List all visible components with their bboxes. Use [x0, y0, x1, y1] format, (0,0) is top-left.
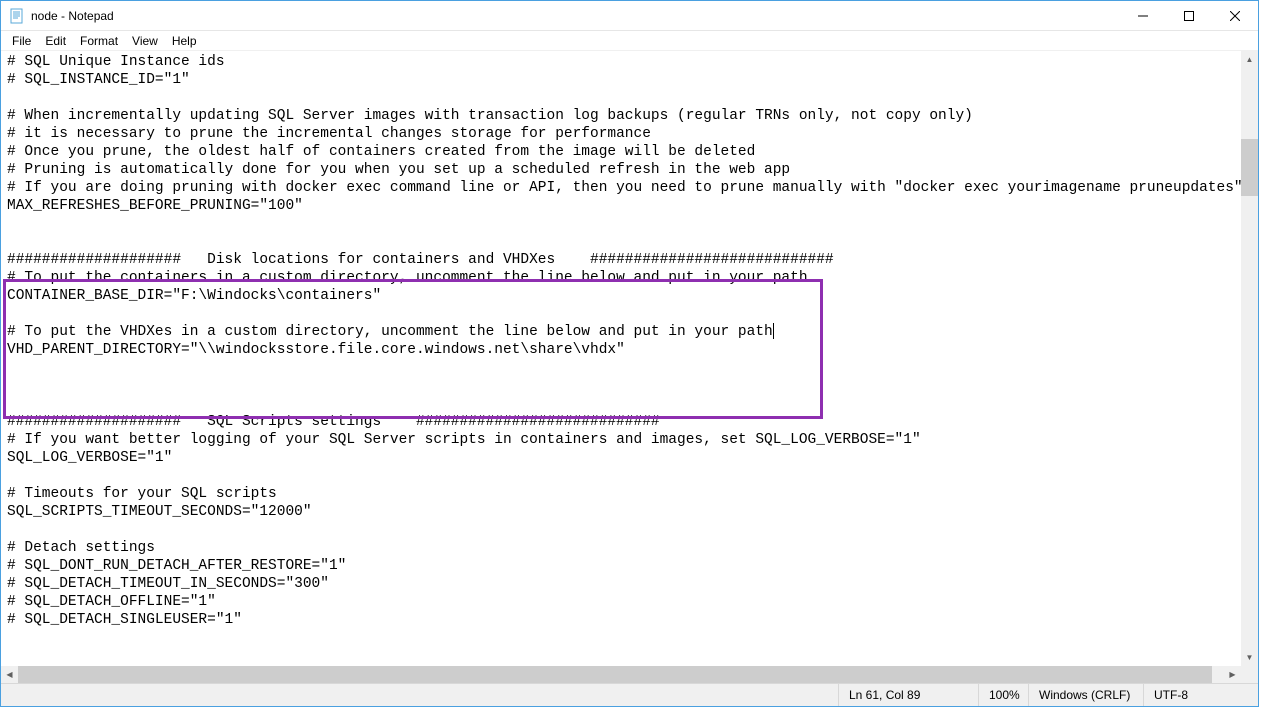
- editor-line: CONTAINER_BASE_DIR="F:\Windocks\containe…: [7, 287, 1237, 305]
- editor-line: #################### Disk locations for …: [7, 251, 1237, 269]
- text-caret: [773, 323, 774, 339]
- horizontal-scroll-thumb[interactable]: [18, 666, 1212, 683]
- editor-line: VHD_PARENT_DIRECTORY="\\windocksstore.fi…: [7, 341, 1237, 359]
- editor-line: SQL_LOG_VERBOSE="1": [7, 449, 1237, 467]
- editor-line: [7, 359, 1237, 377]
- editor-line: # SQL_INSTANCE_ID="1": [7, 71, 1237, 89]
- editor-line: [7, 521, 1237, 539]
- horizontal-scrollbar[interactable]: ◀ ▶: [1, 666, 1241, 683]
- editor-line: # To put the VHDXes in a custom director…: [7, 323, 1237, 341]
- menu-bar: File Edit Format View Help: [1, 31, 1258, 51]
- menu-format[interactable]: Format: [73, 32, 125, 50]
- maximize-button[interactable]: [1166, 1, 1212, 30]
- status-zoom: 100%: [978, 684, 1028, 706]
- editor-line: [7, 395, 1237, 413]
- menu-view[interactable]: View: [125, 32, 165, 50]
- editor-line: # If you want better logging of your SQL…: [7, 431, 1237, 449]
- status-encoding: UTF-8: [1143, 684, 1258, 706]
- vertical-scrollbar[interactable]: ▲ ▼: [1241, 51, 1258, 666]
- editor-line: # it is necessary to prune the increment…: [7, 125, 1237, 143]
- notepad-icon: [9, 8, 25, 24]
- menu-file[interactable]: File: [5, 32, 38, 50]
- status-position: Ln 61, Col 89: [838, 684, 978, 706]
- editor-line: # When incrementally updating SQL Server…: [7, 107, 1237, 125]
- editor-line: # If you are doing pruning with docker e…: [7, 179, 1237, 197]
- editor-line: [7, 305, 1237, 323]
- scroll-left-button[interactable]: ◀: [1, 666, 18, 683]
- editor-line: # Once you prune, the oldest half of con…: [7, 143, 1237, 161]
- editor-line: [7, 233, 1237, 251]
- editor-line: [7, 647, 1237, 665]
- editor-line: # Detach settings: [7, 539, 1237, 557]
- scroll-right-button[interactable]: ▶: [1224, 666, 1241, 683]
- editor-line: [7, 89, 1237, 107]
- editor-line: # SQL_DETACH_SINGLEUSER="1": [7, 611, 1237, 629]
- menu-help[interactable]: Help: [165, 32, 204, 50]
- editor-line: [7, 467, 1237, 485]
- editor-line: SQL_SCRIPTS_TIMEOUT_SECONDS="12000": [7, 503, 1237, 521]
- scroll-up-button[interactable]: ▲: [1241, 51, 1258, 68]
- status-bar: Ln 61, Col 89 100% Windows (CRLF) UTF-8: [1, 683, 1258, 706]
- menu-edit[interactable]: Edit: [38, 32, 73, 50]
- editor-line: MAX_REFRESHES_BEFORE_PRUNING="100": [7, 197, 1237, 215]
- vertical-scroll-thumb[interactable]: [1241, 139, 1258, 196]
- editor-line: [7, 377, 1237, 395]
- editor-line: [7, 629, 1237, 647]
- editor-line: # SQL_DETACH_TIMEOUT_IN_SECONDS="300": [7, 575, 1237, 593]
- window-title: node - Notepad: [31, 9, 114, 23]
- close-button[interactable]: [1212, 1, 1258, 30]
- content-area: # SQL Unique Instance ids# SQL_INSTANCE_…: [1, 51, 1258, 683]
- editor-line: # SQL_DETACH_OFFLINE="1": [7, 593, 1237, 611]
- notepad-window: node - Notepad File Edit Format View Hel…: [0, 0, 1259, 707]
- editor-line: # To put the containers in a custom dire…: [7, 269, 1237, 287]
- text-editor[interactable]: # SQL Unique Instance ids# SQL_INSTANCE_…: [1, 51, 1241, 666]
- status-line-ending: Windows (CRLF): [1028, 684, 1143, 706]
- editor-line: #################### SQL Scripts setting…: [7, 413, 1237, 431]
- scrollbar-corner: [1241, 666, 1258, 683]
- editor-line: # SQL_DONT_RUN_DETACH_AFTER_RESTORE="1": [7, 557, 1237, 575]
- minimize-button[interactable]: [1120, 1, 1166, 30]
- window-controls: [1120, 1, 1258, 30]
- editor-line: [7, 215, 1237, 233]
- title-bar[interactable]: node - Notepad: [1, 1, 1258, 31]
- scroll-down-button[interactable]: ▼: [1241, 649, 1258, 666]
- editor-line: # SQL Unique Instance ids: [7, 53, 1237, 71]
- editor-line: # Pruning is automatically done for you …: [7, 161, 1237, 179]
- editor-line: # Timeouts for your SQL scripts: [7, 485, 1237, 503]
